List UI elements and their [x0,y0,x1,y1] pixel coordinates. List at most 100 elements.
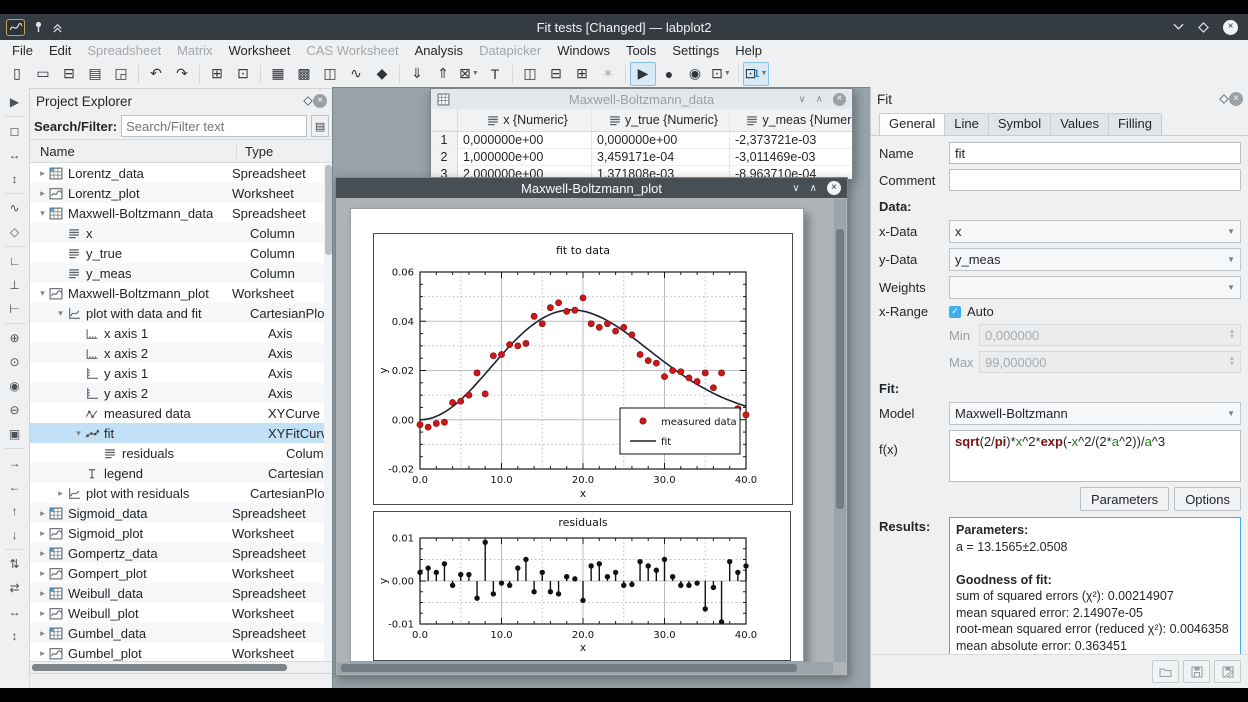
expander-icon[interactable]: ▸ [36,168,49,179]
tree-row-lorentz-data[interactable]: ▸Lorentz_dataSpreadsheet [30,163,333,183]
tree-row-gompertz-data[interactable]: ▸Gompertz_dataSpreadsheet [30,543,333,563]
export-data-button[interactable]: ⇑ [430,62,456,86]
tree-row-weibull-plot[interactable]: ▸Weibull_plotWorksheet [30,603,333,623]
menu-item-analysis[interactable]: Analysis [407,43,471,58]
tile-windows-button[interactable]: ⊞ [569,62,595,86]
tab-filling[interactable]: Filling [1108,113,1162,135]
parameters-button[interactable]: Parameters [1080,487,1169,511]
residuals-plot-canvas[interactable]: 0.010.020.030.040.0-0.010.000.01residual… [373,511,791,661]
comment-input[interactable] [949,169,1241,191]
window-restore-icon[interactable]: ∧ [810,183,817,194]
tree-row-sigmoid-plot[interactable]: ▸Sigmoid_plotWorksheet [30,523,333,543]
menu-item-file[interactable]: File [4,43,41,58]
add-shape-button[interactable]: ◇ [4,221,26,243]
tree-row-fit[interactable]: ▾fitXYFitCurve [30,423,333,443]
spreadsheet-cell[interactable]: 0,000000e+00 [458,132,592,149]
tab-values[interactable]: Values [1050,113,1109,135]
column-header-1[interactable]: x {Numeric} [458,109,592,131]
spreadsheet-window[interactable]: Maxwell-Boltzmann_data ∨ ∧ × x {Numeric}… [430,88,853,180]
add-text-button[interactable]: T [482,62,508,86]
align-h-button[interactable]: ↔ [4,601,26,623]
expander-icon[interactable]: ▸ [36,508,49,519]
worksheet-vertical-scrollbar[interactable] [834,199,846,662]
redo-button[interactable]: ↷ [169,62,195,86]
tree-row-weibull-data[interactable]: ▸Weibull_dataSpreadsheet [30,583,333,603]
add-axis-y-button[interactable]: ⊢ [4,298,26,320]
search-filter-input[interactable] [121,115,307,137]
row-number[interactable]: 2 [431,149,458,166]
tree-row-gumbel-plot[interactable]: ▸Gumbel_plotWorksheet [30,643,333,661]
ydata-combobox[interactable]: y_meas ▼ [949,248,1241,271]
close-panel-icon[interactable]: × [313,94,327,108]
column-header-2[interactable]: y_true {Numeric} [592,109,730,131]
load-function-button[interactable] [1152,660,1179,683]
window-close-icon[interactable]: × [827,181,841,195]
tree-row-gompert-plot[interactable]: ▸Gompert_plotWorksheet [30,563,333,583]
tree-horizontal-scrollbar[interactable] [30,661,333,673]
tab-symbol[interactable]: Symbol [988,113,1051,135]
zoom-mode-button[interactable]: ⊡▼ [708,62,734,86]
zoom-object-button[interactable]: ⊙ [4,351,26,373]
tab-line[interactable]: Line [944,113,989,135]
options-button[interactable]: Options [1174,487,1241,511]
add-axis-both-button[interactable]: ∟ [4,250,26,272]
results-box[interactable]: Parameters:a = 13.1565±2.0508 Goodness o… [949,517,1241,654]
zoom-selection-button[interactable]: ◉ [4,375,26,397]
expander-icon[interactable]: ▾ [72,428,85,439]
expander-icon[interactable]: ▸ [36,188,49,199]
new-worksheet-button[interactable]: ◫ [317,62,343,86]
select-region-button[interactable]: ◻ [4,120,26,142]
tree-row-legend[interactable]: legendCartesianPlotL [30,463,333,483]
new-spreadsheet-button[interactable]: ▦ [265,62,291,86]
worksheet-window[interactable]: Maxwell-Boltzmann_plot ∨ ∧ × 0.010.020.0… [335,177,848,676]
zoom-region-button[interactable]: ⊕ [4,327,26,349]
name-input[interactable] [949,142,1241,164]
v-handle-button[interactable]: ↕ [4,168,26,190]
expander-icon[interactable]: ▾ [54,308,67,319]
minimize-icon[interactable] [1173,23,1184,31]
align-v-button[interactable]: ↕ [4,625,26,647]
new-note-button[interactable]: ◆ [369,62,395,86]
split-vertical-button[interactable]: ◫ [517,62,543,86]
new-matrix-button[interactable]: ▩ [291,62,317,86]
move-up-button[interactable]: ↑ [4,500,26,522]
row-number[interactable]: 1 [431,132,458,149]
distribute-h-button[interactable]: ⇄ [4,577,26,599]
window-close-icon[interactable]: × [833,93,846,106]
new-workbook-button[interactable]: ⊞ [204,62,230,86]
column-header-3[interactable]: y_meas {Numeric} [730,109,852,131]
tree-row-measured-data[interactable]: measured dataXYCurve [30,403,333,423]
move-left-button[interactable]: ← [4,476,26,498]
name-column-header[interactable]: Name [30,144,237,159]
new-datapicker-button[interactable]: ⊡ [230,62,256,86]
float-panel-icon[interactable] [1219,94,1229,104]
import-data-button[interactable]: ⇓ [404,62,430,86]
zoom-select-button[interactable]: ◉ [682,62,708,86]
shrink-region-button[interactable]: ⊖ [4,399,26,421]
close-icon[interactable]: × [1223,20,1238,35]
resize-region-button[interactable]: ▣ [4,423,26,445]
spreadsheet-cell[interactable]: 3,459171e-04 [592,149,730,166]
tree-row-y-true[interactable]: y_trueColumn [30,243,333,263]
add-curve-button[interactable]: ∿ [4,197,26,219]
float-panel-icon[interactable] [303,96,313,106]
tree-row-sigmoid-data[interactable]: ▸Sigmoid_dataSpreadsheet [30,503,333,523]
window-shade-icon[interactable]: ∨ [798,94,805,105]
spreadsheet-row[interactable]: 21,000000e+003,459171e-04-3,011469e-03 [431,149,852,166]
expander-icon[interactable]: ▸ [36,588,49,599]
expander-icon[interactable]: ▸ [36,568,49,579]
tree-row-y-axis-1[interactable]: y axis 1Axis [30,363,333,383]
spreadsheet-cell[interactable]: -3,011469e-03 [730,149,852,166]
tree-row-gumbel-data[interactable]: ▸Gumbel_dataSpreadsheet [30,623,333,643]
tree-row-plot-with-residuals[interactable]: ▸plot with residualsCartesianPlot [30,483,333,503]
menu-item-tools[interactable]: Tools [618,43,664,58]
select-cursor-button[interactable]: ▶ [4,91,26,113]
spreadsheet-table[interactable]: x {Numeric}y_true {Numeric}y_meas {Numer… [431,109,852,179]
print-preview-button[interactable]: ◲ [108,62,134,86]
tree-row-x-axis-1[interactable]: x axis 1Axis [30,323,333,343]
expander-icon[interactable]: ▸ [36,528,49,539]
tree-row-y-axis-2[interactable]: y axis 2Axis [30,383,333,403]
h-handle-button[interactable]: ↔ [4,144,26,166]
weights-combobox[interactable]: ▼ [949,276,1241,299]
tree-row-x-axis-2[interactable]: x axis 2Axis [30,343,333,363]
